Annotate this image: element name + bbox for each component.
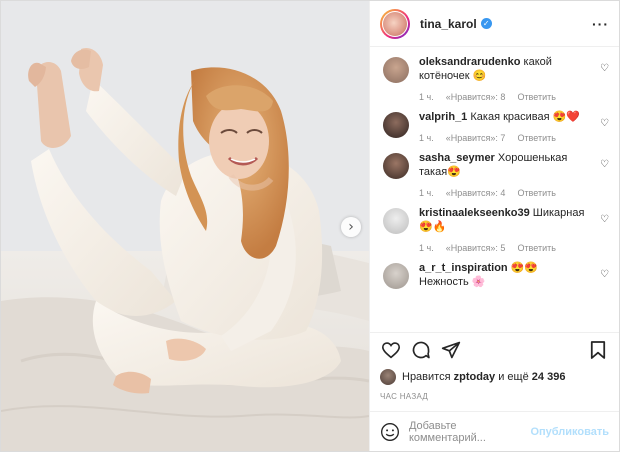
- profile-avatar[interactable]: [380, 8, 410, 39]
- instagram-post: › tina_karol ✓ ··· oleksandrarudenko как…: [0, 0, 620, 452]
- post-actions-bar: [370, 332, 619, 366]
- liker-avatar[interactable]: [380, 369, 396, 385]
- share-icon[interactable]: [440, 339, 462, 361]
- ellipsis-icon[interactable]: ···: [592, 16, 609, 32]
- comment-like-icon[interactable]: ♡: [600, 269, 609, 280]
- comment-item: sasha_seymer Хорошенькая такая😍 1 ч. «Нр…: [383, 151, 609, 198]
- heart-icon[interactable]: [380, 339, 402, 361]
- publish-button[interactable]: Опубликовать: [530, 426, 609, 438]
- comments-list: oleksandrarudenko какой котёночек 😊 1 ч.…: [370, 47, 619, 332]
- comment-like-icon[interactable]: ♡: [600, 159, 609, 170]
- add-comment-bar: Добавьте комментарий... Опубликовать: [370, 411, 619, 451]
- comment-like-icon[interactable]: ♡: [600, 118, 609, 129]
- comment-reply-button[interactable]: Ответить: [517, 92, 555, 102]
- comment-username[interactable]: valprih_1: [419, 111, 467, 123]
- bookmark-icon[interactable]: [587, 339, 609, 361]
- comment-meta: 1 ч. «Нравится»: 8 Ответить: [419, 92, 589, 102]
- smiley-icon[interactable]: [380, 421, 401, 443]
- comment-reply-button[interactable]: Ответить: [517, 243, 555, 253]
- post-photo-illustration: [1, 1, 369, 451]
- chevron-right-icon: ›: [348, 219, 354, 235]
- comment-time: 1 ч.: [419, 188, 434, 198]
- comment-meta: 1 ч. «Нравится»: 7 Ответить: [419, 133, 589, 143]
- likes-user[interactable]: zptoday: [454, 371, 496, 383]
- comment-username[interactable]: sasha_seymer: [419, 152, 495, 164]
- comment-likes[interactable]: «Нравится»: 7: [446, 133, 506, 143]
- likes-count[interactable]: 24 396: [532, 371, 566, 383]
- comment-likes[interactable]: «Нравится»: 4: [446, 188, 506, 198]
- comment-icon[interactable]: [410, 339, 432, 361]
- comment-input[interactable]: Добавьте комментарий...: [409, 420, 531, 444]
- comment-text: sasha_seymer Хорошенькая такая😍: [419, 151, 589, 179]
- comment-avatar[interactable]: [383, 57, 409, 83]
- comment-reply-button[interactable]: Ответить: [517, 133, 555, 143]
- comment-text: valprih_1 Какая красивая 😍❤️: [419, 110, 589, 124]
- comment-time: 1 ч.: [419, 133, 434, 143]
- comment-reply-button[interactable]: Ответить: [517, 188, 555, 198]
- comment-username[interactable]: a_r_t_inspiration: [419, 262, 508, 274]
- carousel-next-button[interactable]: ›: [341, 217, 361, 237]
- comment-item: a_r_t_inspiration 😍😍 Нежность 🌸 ♡: [383, 261, 609, 289]
- comment-likes[interactable]: «Нравится»: 5: [446, 243, 506, 253]
- comment-likes[interactable]: «Нравится»: 8: [446, 92, 506, 102]
- comment-avatar[interactable]: [383, 153, 409, 179]
- post-photo[interactable]: ›: [1, 1, 369, 451]
- likes-middle: и ещё: [498, 371, 529, 383]
- comment-like-icon[interactable]: ♡: [600, 63, 609, 74]
- comment-item: oleksandrarudenko какой котёночек 😊 1 ч.…: [383, 55, 609, 102]
- comment-time: 1 ч.: [419, 92, 434, 102]
- comment-message: Какая красивая 😍❤️: [470, 111, 581, 123]
- comment-meta: 1 ч. «Нравится»: 5 Ответить: [419, 243, 589, 253]
- comment-text: kristinaalekseenko39 Шикарная 😍🔥: [419, 206, 589, 234]
- comment-time: 1 ч.: [419, 243, 434, 253]
- comment-text: a_r_t_inspiration 😍😍 Нежность 🌸: [419, 261, 589, 289]
- comment-avatar[interactable]: [383, 208, 409, 234]
- comment-item: valprih_1 Какая красивая 😍❤️ 1 ч. «Нрави…: [383, 110, 609, 143]
- comment-meta: 1 ч. «Нравится»: 4 Ответить: [419, 188, 589, 198]
- post-header: tina_karol ✓ ···: [370, 1, 619, 47]
- comment-username[interactable]: oleksandrarudenko: [419, 56, 520, 68]
- comment-like-icon[interactable]: ♡: [600, 214, 609, 225]
- post-sidebar: tina_karol ✓ ··· oleksandrarudenko какой…: [369, 1, 619, 451]
- verified-badge-icon: ✓: [480, 18, 492, 29]
- profile-username[interactable]: tina_karol: [420, 17, 477, 31]
- likes-prefix: Нравится: [402, 371, 451, 383]
- comment-username[interactable]: kristinaalekseenko39: [419, 207, 530, 219]
- post-timestamp: ЧАС НАЗАД: [380, 392, 429, 401]
- comment-text: oleksandrarudenko какой котёночек 😊: [419, 55, 589, 83]
- comment-avatar[interactable]: [383, 112, 409, 138]
- likes-summary: Нравится zptoday и ещё 24 396: [370, 366, 619, 388]
- comment-avatar[interactable]: [383, 263, 409, 289]
- comment-item: kristinaalekseenko39 Шикарная 😍🔥 1 ч. «Н…: [383, 206, 609, 253]
